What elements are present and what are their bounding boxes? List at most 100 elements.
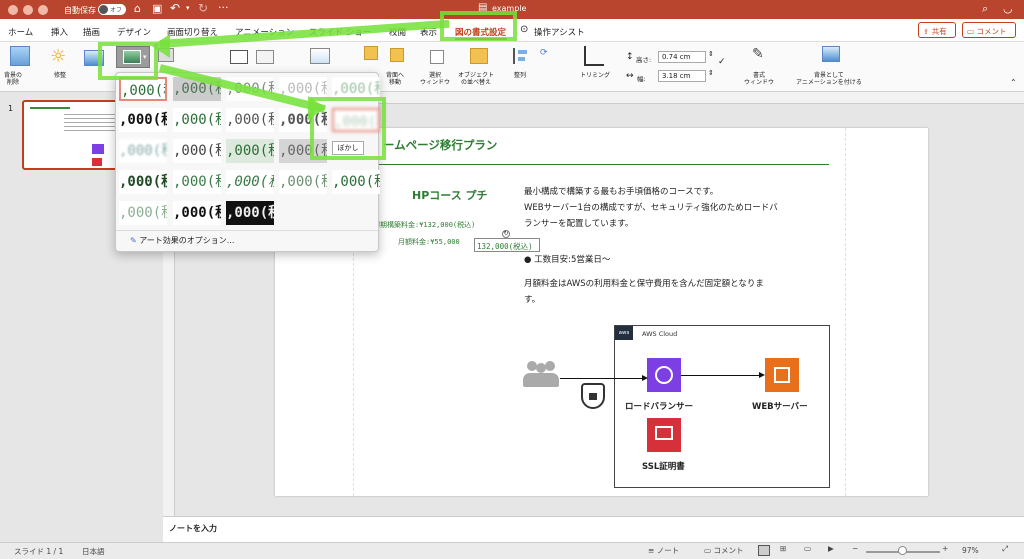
- rotate-handle[interactable]: ↻: [502, 230, 510, 238]
- width-input[interactable]: 3.18 cm: [658, 70, 706, 82]
- zoom-window-icon[interactable]: [38, 5, 48, 15]
- effect-none[interactable]: ,000(税: [119, 77, 167, 101]
- notes-icon: ≡: [648, 546, 655, 555]
- chevron-down-icon[interactable]: ▾: [186, 4, 190, 12]
- zoom-in-icon[interactable]: +: [942, 544, 948, 553]
- effect-chalk-sketch[interactable]: ,000(税: [119, 108, 167, 132]
- description-line: WEBサーバー1台の構成ですが、セキュリティ強化のためロードバ: [524, 203, 778, 213]
- corrections-icon[interactable]: ☼: [50, 46, 66, 67]
- autosave-toggle[interactable]: オフ: [98, 4, 126, 15]
- send-backward-icon[interactable]: [390, 48, 404, 62]
- notes-pane[interactable]: ノートを入力: [163, 516, 1024, 542]
- remove-background-button[interactable]: 背景の 削除: [4, 72, 22, 86]
- effect-paint-strokes[interactable]: ,000(税: [173, 108, 221, 132]
- search-icon[interactable]: ⌕: [982, 2, 988, 16]
- reading-view-icon[interactable]: ▭: [804, 544, 811, 553]
- width-stepper[interactable]: ⇕: [708, 69, 714, 77]
- shield-icon: [581, 383, 605, 409]
- align-icon[interactable]: [513, 48, 527, 64]
- fit-to-window-icon[interactable]: ⤢: [1002, 544, 1008, 554]
- normal-view-icon[interactable]: [758, 545, 770, 556]
- artistic-effects-options-label: アート効果のオプション...: [139, 236, 235, 245]
- monthly-fee: 月額料金:¥55,000: [398, 238, 460, 246]
- effect-photocopy[interactable]: ,000(税: [226, 201, 274, 225]
- share-button[interactable]: ⇪ 共有: [918, 22, 956, 38]
- home-icon[interactable]: ⌂: [134, 2, 141, 15]
- selection-pane-icon[interactable]: [430, 50, 444, 64]
- zoom-slider-thumb[interactable]: [898, 546, 907, 555]
- animate-as-background-button[interactable]: 背景として アニメーションを付ける: [796, 72, 862, 86]
- effect-cutout[interactable]: ,000(税: [173, 201, 221, 225]
- effect-pastels-smooth[interactable]: ,000(税: [332, 170, 380, 194]
- minimize-window-icon[interactable]: [23, 5, 33, 15]
- tab-draw[interactable]: 描画: [83, 26, 100, 38]
- account-icon[interactable]: ◡: [1003, 2, 1013, 15]
- effect-cement[interactable]: ,000(税: [173, 170, 221, 194]
- bring-forward-icon[interactable]: [364, 46, 378, 60]
- effect-paint-brush[interactable]: ,000(税: [226, 108, 274, 132]
- effect-film-grain[interactable]: ,000(税: [226, 139, 274, 163]
- animate-background-icon[interactable]: [822, 46, 840, 62]
- paintbrush-icon: ✎: [130, 236, 137, 245]
- comments-button[interactable]: ▭ コメント: [962, 22, 1016, 38]
- more-icon[interactable]: ···: [218, 1, 229, 14]
- save-icon[interactable]: ▣: [152, 2, 162, 15]
- picture-layout-icon[interactable]: [310, 48, 330, 64]
- lock-aspect-icon[interactable]: ✓: [718, 57, 726, 67]
- align-button[interactable]: 整列: [514, 72, 526, 79]
- slideshow-icon[interactable]: ▶: [828, 544, 834, 553]
- tab-insert[interactable]: 挿入: [51, 26, 68, 38]
- corrections-button[interactable]: 修整: [54, 72, 66, 79]
- divider: [116, 230, 378, 231]
- notes-toggle[interactable]: ≡ ノート: [648, 545, 679, 556]
- effect-plastic-wrap[interactable]: ,000(税: [119, 201, 167, 225]
- send-backward-button[interactable]: 背面へ 移動: [386, 72, 404, 86]
- description-line: 最小構成で構築する最もお手頃価格のコースです。: [524, 187, 719, 197]
- arrowhead-icon: [759, 372, 765, 378]
- height-input[interactable]: 0.74 cm: [658, 51, 706, 63]
- picture-effects-icon[interactable]: [256, 50, 274, 64]
- reorder-objects-icon[interactable]: [470, 48, 488, 64]
- undo-icon[interactable]: ↶: [170, 1, 180, 15]
- aws-cloud-group: aws AWS Cloud ロードバランサー WEBサーバー SSL証明書: [614, 325, 830, 488]
- reorder-objects-button[interactable]: オブジェクト の並べ替え: [458, 72, 494, 86]
- effect-light-screen[interactable]: ,000(税: [119, 139, 167, 163]
- slide-counter: スライド 1 / 1: [14, 547, 64, 556]
- users-to-lb-arrow: [560, 378, 646, 379]
- tab-home[interactable]: ホーム: [8, 26, 33, 38]
- artistic-effects-options[interactable]: ✎ アート効果のオプション...: [130, 235, 234, 246]
- crop-icon[interactable]: [584, 46, 604, 66]
- selection-pane-button[interactable]: 選択 ウィンドウ: [420, 72, 450, 86]
- effect-crisscross-etching[interactable]: ,000(税: [279, 170, 327, 194]
- picture-border-icon[interactable]: [230, 50, 248, 64]
- notes-placeholder[interactable]: ノートを入力: [169, 523, 217, 534]
- zoom-level[interactable]: 97%: [962, 546, 979, 555]
- load-balancer-label: ロードバランサー: [625, 402, 694, 412]
- tab-design[interactable]: デザイン: [117, 26, 151, 38]
- slide-sorter-icon[interactable]: ⊞: [780, 544, 786, 553]
- lb-to-web-arrow: [681, 375, 763, 376]
- format-pane-icon[interactable]: ✎: [752, 46, 764, 62]
- course-name: HPコース プチ: [412, 189, 488, 202]
- group-icon[interactable]: ⟳: [540, 48, 548, 58]
- language-indicator[interactable]: 日本語: [82, 546, 105, 557]
- remove-background-icon[interactable]: [10, 46, 30, 66]
- crop-button[interactable]: トリミング: [580, 72, 610, 79]
- comment-icon: ▭: [967, 27, 975, 36]
- redo-icon[interactable]: ↻: [198, 1, 208, 15]
- zoom-out-icon[interactable]: −: [852, 544, 858, 553]
- format-pane-button[interactable]: 書式 ウィンドウ: [744, 72, 774, 86]
- close-window-icon[interactable]: [8, 5, 18, 15]
- comments-toggle[interactable]: ▭ コメント: [704, 545, 743, 556]
- arrowhead-icon: [308, 96, 326, 120]
- effect-texturizer[interactable]: ,000(税: [226, 170, 274, 194]
- selected-picture[interactable]: 132,000(税込): [474, 238, 540, 252]
- collapse-ribbon-icon[interactable]: ⌃: [1010, 78, 1017, 87]
- monthly-description: 月額料金はAWSの利用料金と保守費用を含んだ固定額となりま す。: [524, 279, 764, 305]
- height-stepper[interactable]: ⇕: [708, 50, 714, 58]
- aws-logo: aws: [615, 326, 633, 340]
- effect-glass[interactable]: ,000(税: [119, 170, 167, 194]
- autosave-label: 自動保存: [64, 6, 96, 15]
- effect-watercolor-sponge[interactable]: ,000(税: [173, 139, 221, 163]
- tab-tell-me[interactable]: 操作アシスト: [534, 26, 585, 38]
